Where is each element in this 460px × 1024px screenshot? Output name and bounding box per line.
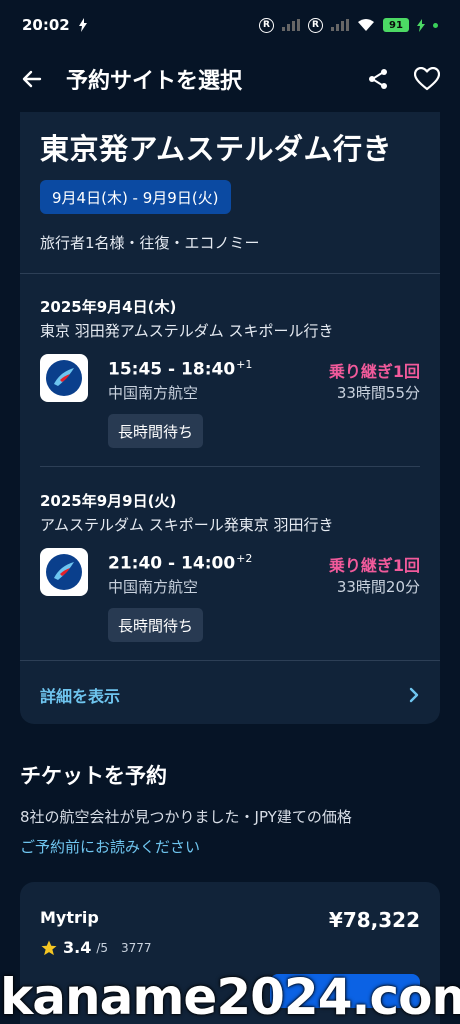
destination-title: 東京発アムステルダム行き [40,132,392,166]
charging-bolt-icon [78,18,88,32]
back-arrow-icon[interactable] [20,67,44,91]
stops-label: 乗り継ぎ1回 [328,556,420,575]
airline-logo [40,548,88,596]
show-details-link[interactable]: 詳細を表示 [40,680,420,710]
signal-icon-2 [331,19,349,31]
rating-value: 3.4 [63,938,92,957]
date-range-chip[interactable]: 9月4日(木) - 9月9日(火) [40,180,231,214]
travelers-summary: 旅行者1名様・往復・エコノミー [40,234,260,252]
arrive-time: 14:00 [181,553,236,574]
airline-name: 中国南方航空 [108,384,199,402]
long-layover-badge: 長時間待ち [108,608,204,642]
booking-notice-link[interactable]: ご予約前にお読みください [20,836,200,857]
share-icon[interactable] [366,67,390,91]
leg-date: 2025年9月9日(火) [40,492,177,510]
leg-times: 21:40 - 14:00+2 [108,552,253,574]
status-icons: R R 91 [259,17,438,33]
airline-name: 中国南方航空 [108,578,199,596]
provider-name: Mytrip [40,908,99,927]
app-bar-actions [366,67,440,91]
airline-logo [40,354,88,402]
signal-icon [282,19,300,31]
tickets-section-title: チケットを予約 [20,764,167,788]
charging-icon [417,18,425,32]
app-bar: 予約サイトを選択 [0,50,460,108]
arrive-time: 18:40 [181,359,236,380]
flight-leg-return[interactable]: 2025年9月9日(火) アムステルダム スキポール発東京 羽田行き 21:40… [40,490,420,660]
divider [40,466,420,467]
depart-time: 21:40 [108,553,163,574]
leg-route: アムステルダム スキポール発東京 羽田行き [40,516,334,534]
flight-duration: 33時間20分 [336,578,420,596]
day-offset: +2 [236,552,253,565]
show-details-label: 詳細を表示 [40,687,121,706]
divider [20,273,440,274]
wifi-icon [357,18,375,32]
status-bar: 20:02 R R 91 [0,0,460,50]
notification-dot [433,22,438,28]
review-count: 3777 [121,940,152,955]
long-layover-badge: 長時間待ち [108,414,204,448]
tickets-summary: 8社の航空会社が見つかりました・JPY建ての価格 [20,808,352,826]
flight-summary-card: 東京発アムステルダム行き 9月4日(木) - 9月9日(火) 旅行者1名様・往復… [20,112,440,724]
leg-times: 15:45 - 18:40+1 [108,358,253,380]
flight-duration: 33時間55分 [336,384,420,402]
leg-route: 東京 羽田発アムステルダム スキポール行き [40,322,334,340]
registered-icon-2: R [308,17,323,33]
provider-rating: 3.4 /5 3777 [40,938,152,957]
depart-time: 15:45 [108,359,163,380]
rating-max: /5 [96,940,109,955]
page-title: 予約サイトを選択 [66,69,243,94]
day-offset: +1 [236,358,253,371]
status-time: 20:02 [22,16,70,34]
stops-label: 乗り継ぎ1回 [328,362,420,381]
divider [20,660,440,661]
watermark-text: kaname2024.com [0,968,460,1024]
heart-icon[interactable] [414,67,440,91]
chevron-right-icon [408,687,420,703]
registered-icon: R [259,17,274,33]
battery-indicator: 91 [383,18,409,32]
offer-price: ¥78,322 [328,908,420,932]
leg-date: 2025年9月4日(木) [40,298,177,316]
flight-leg-outbound[interactable]: 2025年9月4日(木) 東京 羽田発アムステルダム スキポール行き 15:45… [40,296,420,466]
star-icon [40,939,58,957]
